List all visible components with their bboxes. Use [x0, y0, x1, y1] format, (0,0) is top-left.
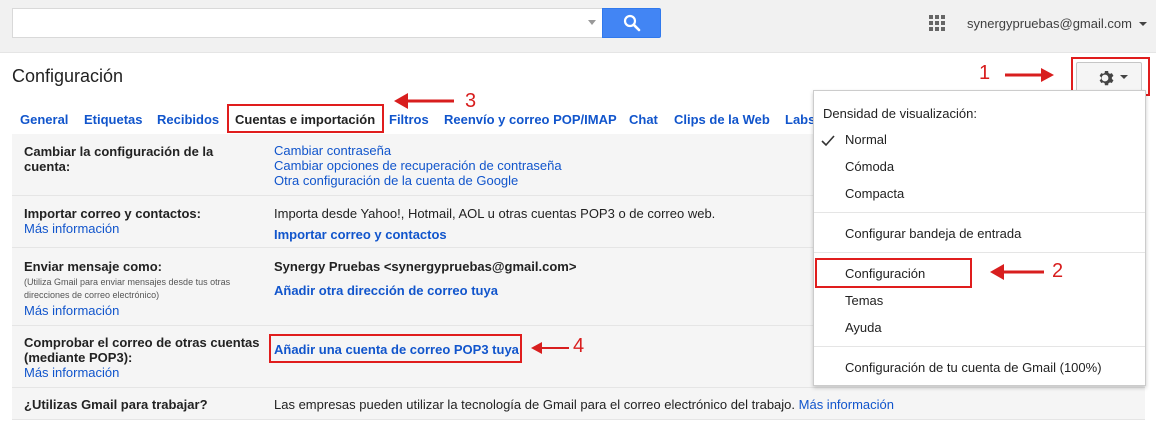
- top-bar: synergypruebas@gmail.com: [0, 0, 1156, 53]
- row-sublabel: (Utiliza Gmail para enviar mensajes desd…: [24, 277, 231, 300]
- annotation-arrow-1-icon: [1005, 68, 1054, 82]
- tab-inbox[interactable]: Recibidos: [157, 112, 219, 127]
- annotation-number-1: 1: [979, 62, 991, 84]
- annotation-arrow-3-icon: [394, 93, 454, 109]
- annotation-arrow-2-icon: [990, 264, 1044, 280]
- menu-divider: [814, 212, 1145, 213]
- menu-item-normal[interactable]: Normal: [845, 132, 887, 147]
- google-account-link[interactable]: Otra configuración de la cuenta de Googl…: [274, 173, 562, 188]
- annotation-number-2: 2: [1052, 260, 1064, 282]
- send-as-address: Synergy Pruebas <synergypruebas@gmail.co…: [274, 259, 577, 274]
- row-work: ¿Utilizas Gmail para trabajar? Las empre…: [12, 388, 1145, 420]
- annotation-number-3: 3: [465, 90, 477, 112]
- search-icon: [623, 14, 641, 32]
- row-label: Importar correo y contactos:: [24, 206, 201, 221]
- menu-divider: [814, 252, 1145, 253]
- tab-filters[interactable]: Filtros: [389, 112, 429, 127]
- tab-general[interactable]: General: [20, 112, 68, 127]
- tab-labels[interactable]: Etiquetas: [84, 112, 143, 127]
- menu-item-comfortable[interactable]: Cómoda: [845, 159, 894, 174]
- more-info-link[interactable]: Más información: [24, 303, 119, 318]
- more-info-link[interactable]: Más información: [799, 397, 894, 412]
- recovery-options-link[interactable]: Cambiar opciones de recuperación de cont…: [274, 158, 562, 173]
- row-label: Comprobar el correo de otras cuentas (me…: [24, 335, 260, 365]
- tab-chat[interactable]: Chat: [629, 112, 658, 127]
- import-description: Importa desde Yahoo!, Hotmail, AOL u otr…: [274, 206, 716, 221]
- menu-item-account-settings[interactable]: Configuración de tu cuenta de Gmail (100…: [845, 360, 1102, 375]
- annotation-box-3: [227, 104, 384, 133]
- tab-forwarding-pop-imap[interactable]: Reenvío y correo POP/IMAP: [444, 112, 617, 127]
- menu-item-help[interactable]: Ayuda: [845, 320, 882, 335]
- check-icon: [821, 135, 835, 147]
- account-caret-icon[interactable]: [1139, 22, 1147, 26]
- change-password-link[interactable]: Cambiar contraseña: [274, 143, 562, 158]
- menu-divider: [814, 346, 1145, 347]
- annotation-arrow-4-icon: [531, 342, 569, 354]
- row-label-line: cuenta:: [24, 159, 71, 174]
- density-heading: Densidad de visualización:: [823, 106, 977, 121]
- add-address-link[interactable]: Añadir otra dirección de correo tuya: [274, 283, 498, 298]
- menu-item-themes[interactable]: Temas: [845, 293, 883, 308]
- row-value: Las empresas pueden utilizar la tecnolog…: [274, 397, 894, 412]
- search-button[interactable]: [602, 8, 661, 38]
- row-label: ¿Utilizas Gmail para trabajar?: [24, 397, 208, 412]
- account-email[interactable]: synergypruebas@gmail.com: [967, 16, 1132, 31]
- row-label-line: (mediante POP3):: [24, 350, 133, 365]
- row-label-line: Cambiar la configuración de la: [24, 144, 214, 159]
- annotation-box-4: [269, 334, 522, 363]
- page-title: Configuración: [12, 66, 124, 86]
- row-label-line: Comprobar el correo de otras cuentas: [24, 335, 260, 350]
- import-mail-contacts-link[interactable]: Importar correo y contactos: [274, 227, 447, 242]
- annotation-number-4: 4: [573, 335, 585, 357]
- row-label: Enviar mensaje como:: [24, 259, 162, 274]
- apps-grid-icon[interactable]: [929, 15, 945, 31]
- work-description: Las empresas pueden utilizar la tecnolog…: [274, 397, 796, 412]
- annotation-box-2: [815, 258, 972, 288]
- row-label: Cambiar la configuración de la cuenta:: [24, 144, 213, 174]
- row-value: Cambiar contraseña Cambiar opciones de r…: [274, 143, 562, 188]
- tab-web-clips[interactable]: Clips de la Web: [674, 112, 770, 127]
- search-input[interactable]: [12, 8, 603, 38]
- menu-item-configure-inbox[interactable]: Configurar bandeja de entrada: [845, 226, 1021, 241]
- search-options-icon[interactable]: [588, 20, 596, 25]
- menu-item-compact[interactable]: Compacta: [845, 186, 904, 201]
- more-info-link[interactable]: Más información: [24, 221, 119, 236]
- settings-menu: Densidad de visualización: Normal Cómoda…: [813, 90, 1146, 386]
- tab-labs[interactable]: Labs: [785, 112, 815, 127]
- more-info-link[interactable]: Más información: [24, 365, 119, 380]
